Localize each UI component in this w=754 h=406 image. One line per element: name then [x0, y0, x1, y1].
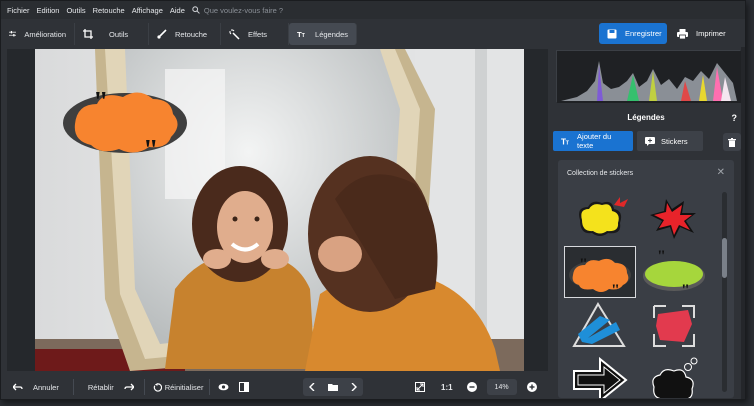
help-button[interactable]: ?	[732, 113, 738, 123]
delete-button[interactable]	[723, 133, 741, 151]
tab-label: Effets	[248, 29, 268, 39]
zoom-in-icon[interactable]	[526, 382, 537, 392]
sliders-icon	[9, 30, 17, 37]
menu-retouche[interactable]: Retouche	[93, 6, 125, 15]
save-icon	[607, 29, 617, 38]
chevron-right-icon[interactable]	[351, 383, 357, 391]
sticker-orange-cloud-selected[interactable]: " "	[564, 246, 636, 298]
sticker-thought-cloud[interactable]	[638, 354, 710, 398]
tab-label: Retouche	[175, 29, 208, 39]
zoom-value[interactable]: 14%	[486, 379, 517, 395]
divider	[72, 379, 74, 395]
panel-title: Légendes	[627, 113, 665, 122]
compare-icon	[239, 382, 250, 392]
bottom-bar: Annuler Rétablir Réinitialiser 1:1 14%	[1, 375, 551, 399]
sticker-red-scribble[interactable]	[638, 300, 710, 352]
menu-outils[interactable]: Outils	[66, 6, 85, 15]
sticker-yellow-burst[interactable]	[564, 192, 636, 244]
undo-icon	[13, 383, 23, 391]
reset-icon	[153, 382, 162, 392]
zoom-out-icon[interactable]	[466, 382, 477, 392]
tab-retouche[interactable]: Retouche	[149, 23, 221, 45]
svg-text:": "	[611, 282, 620, 295]
compare-button[interactable]	[239, 382, 250, 392]
svg-text:": "	[579, 256, 588, 273]
panel-tabs: TT Ajouter du texte Stickers	[553, 131, 703, 151]
tab-outils[interactable]: Outils	[75, 23, 149, 45]
sticker-red-explosion[interactable]	[638, 192, 710, 244]
print-button[interactable]: Imprimer	[671, 23, 737, 44]
actual-size-button[interactable]: 1:1	[441, 383, 453, 392]
tab-stickers-label: Stickers	[661, 136, 688, 146]
navigation-group	[303, 378, 363, 396]
eye-icon	[218, 383, 229, 391]
menu-bar: Fichier Edition Outils Retouche Affichag…	[1, 1, 745, 19]
menu-aide[interactable]: Aide	[170, 6, 185, 15]
menu-edition[interactable]: Edition	[37, 6, 60, 15]
text-icon: TT	[561, 137, 570, 145]
crop-icon	[83, 29, 93, 39]
sticker-collection-title: Collection de stickers	[567, 170, 634, 177]
printer-icon	[677, 28, 688, 39]
tab-add-text-label: Ajouter du texte	[577, 132, 612, 150]
divider	[209, 379, 211, 395]
sticker-blue-scribble[interactable]	[564, 300, 636, 352]
svg-text:T: T	[302, 33, 306, 39]
divider	[143, 379, 145, 395]
close-icon[interactable]: ✕	[717, 167, 725, 178]
svg-text:": "	[657, 249, 666, 265]
reset-label: Réinitialiser	[164, 382, 204, 392]
magic-wand-icon	[229, 28, 240, 40]
sticker-green-oval[interactable]: " "	[638, 246, 710, 298]
svg-text:": "	[93, 87, 109, 118]
undo-button[interactable]: Annuler	[13, 383, 59, 392]
main-toolbar: Amélioration Outils Retouche Effets TT L…	[1, 21, 745, 47]
search-placeholder: Que voulez-vous faire ?	[203, 5, 284, 15]
sticker-arrow[interactable]	[564, 354, 636, 398]
chevron-left-icon[interactable]	[309, 383, 315, 391]
redo-button[interactable]: Rétablir	[88, 383, 134, 392]
tab-label: Amélioration	[24, 29, 66, 39]
fit-screen-icon[interactable]	[415, 382, 425, 392]
tab-label: Outils	[109, 29, 129, 39]
histogram	[556, 50, 741, 103]
scrollbar-thumb[interactable]	[722, 238, 727, 278]
scrollbar[interactable]	[722, 192, 727, 392]
text-icon: TT	[297, 30, 306, 39]
toolbar-actions: Enregistrer Imprimer	[599, 23, 737, 44]
svg-text:": "	[143, 135, 159, 166]
app-window: Fichier Edition Outils Retouche Affichag…	[0, 0, 746, 400]
svg-text:T: T	[566, 140, 570, 145]
tab-legendes[interactable]: TT Légendes	[289, 23, 357, 45]
save-label: Enregistrer	[625, 29, 662, 38]
image-canvas[interactable]: " "	[7, 49, 548, 371]
trash-icon	[728, 137, 736, 147]
zoom-controls: 1:1 14%	[415, 378, 547, 396]
reset-button[interactable]: Réinitialiser	[153, 382, 204, 392]
sticker-icon	[645, 136, 655, 146]
menu-fichier[interactable]: Fichier	[7, 6, 30, 15]
tab-add-text[interactable]: TT Ajouter du texte	[553, 131, 633, 151]
tab-effets[interactable]: Effets	[221, 23, 289, 45]
tab-amelioration[interactable]: Amélioration	[1, 23, 75, 45]
search-box[interactable]: Que voulez-vous faire ?	[192, 6, 283, 15]
undo-label: Annuler	[33, 382, 59, 392]
right-panel: Légendes ? TT Ajouter du texte Stickers …	[553, 47, 745, 399]
folder-icon[interactable]	[327, 383, 338, 391]
menu-affichage[interactable]: Affichage	[132, 6, 163, 15]
preview-button[interactable]	[218, 383, 229, 391]
redo-label: Rétablir	[87, 382, 114, 392]
sticker-collection-panel: Collection de stickers ✕ " " " "	[558, 160, 734, 398]
svg-text:": "	[681, 282, 690, 295]
edited-photo[interactable]: " "	[35, 49, 524, 371]
search-icon	[192, 6, 200, 14]
redo-icon	[124, 383, 134, 391]
panel-edge	[741, 47, 745, 399]
save-button[interactable]: Enregistrer	[599, 23, 667, 44]
tab-label: Légendes	[315, 29, 348, 39]
tab-stickers[interactable]: Stickers	[637, 131, 703, 151]
brush-icon	[157, 29, 167, 39]
print-label: Imprimer	[696, 29, 726, 38]
